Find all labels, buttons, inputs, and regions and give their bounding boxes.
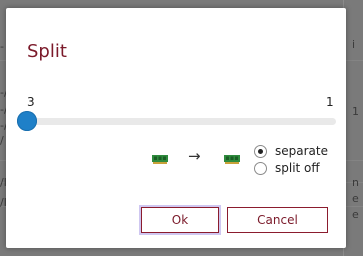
option-split-off[interactable]: split off bbox=[254, 160, 320, 176]
arrow-right-icon: → bbox=[188, 147, 201, 165]
split-slider-track[interactable] bbox=[28, 118, 336, 125]
background-text: i bbox=[352, 38, 356, 51]
split-slider-thumb[interactable] bbox=[17, 111, 37, 131]
background-text: 1 bbox=[352, 105, 359, 118]
dialog-title: Split bbox=[27, 41, 67, 62]
memory-module-icon bbox=[152, 150, 168, 164]
option-separate-label: separate bbox=[275, 144, 328, 158]
radio-separate[interactable] bbox=[254, 144, 267, 158]
memory-module-icon bbox=[224, 150, 240, 164]
background-text: n bbox=[352, 176, 359, 189]
background-text: - bbox=[0, 40, 4, 53]
ok-button[interactable]: Ok bbox=[141, 207, 219, 233]
option-split-off-label: split off bbox=[275, 161, 320, 175]
slider-max-label: 1 bbox=[326, 95, 334, 109]
background-text: e bbox=[352, 192, 359, 205]
cancel-button[interactable]: Cancel bbox=[227, 207, 328, 233]
background-text: / bbox=[0, 134, 4, 147]
radio-split-off[interactable] bbox=[254, 161, 267, 175]
slider-min-label: 3 bbox=[27, 95, 35, 109]
option-separate[interactable]: separate bbox=[254, 143, 328, 159]
background-text: e bbox=[352, 208, 359, 221]
split-dialog: Split 3 1 → separate split off Ok Cancel bbox=[6, 8, 346, 248]
